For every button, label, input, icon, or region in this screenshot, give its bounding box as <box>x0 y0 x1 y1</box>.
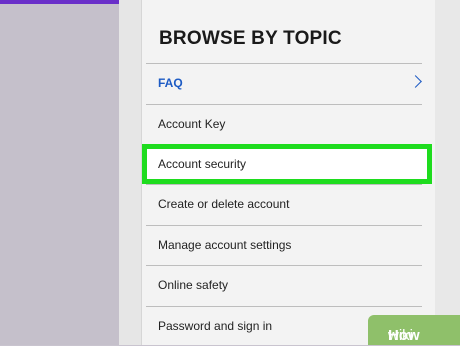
topic-label[interactable]: Account Key <box>158 117 225 131</box>
left-accent-bar <box>0 0 119 4</box>
topic-label[interactable]: Password and sign in <box>158 319 272 333</box>
chevron-right-icon[interactable] <box>409 75 422 88</box>
topic-list: FAQ Account Key Account security Create … <box>146 63 422 346</box>
topic-account-security[interactable]: Account security <box>142 144 432 184</box>
topic-create-delete-account[interactable]: Create or delete account <box>146 184 422 225</box>
topic-online-safety[interactable]: Online safety <box>146 265 422 306</box>
watermark-suffix: How <box>388 327 420 344</box>
panel-right-edge <box>435 0 460 345</box>
topic-label[interactable]: Create or delete account <box>158 197 289 211</box>
topic-label[interactable]: Manage account settings <box>158 238 291 252</box>
topic-manage-account-settings[interactable]: Manage account settings <box>146 225 422 266</box>
wikihow-watermark: wikiHow <box>368 315 460 345</box>
left-panel <box>0 0 119 345</box>
section-heading: BROWSE BY TOPIC <box>159 28 342 50</box>
panel-gutter <box>119 0 141 345</box>
topic-label[interactable]: Account security <box>158 157 246 171</box>
topic-label[interactable]: FAQ <box>158 76 183 90</box>
topic-faq[interactable]: FAQ <box>146 63 422 104</box>
topic-account-key[interactable]: Account Key <box>146 104 422 145</box>
topic-label[interactable]: Online safety <box>158 278 228 292</box>
